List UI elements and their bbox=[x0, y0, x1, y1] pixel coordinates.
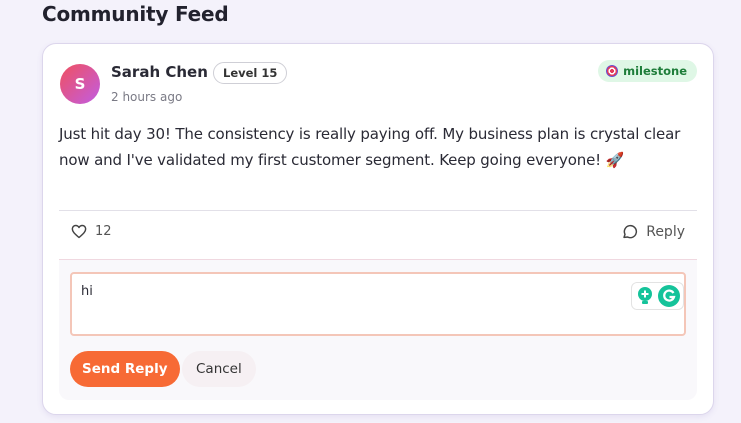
page-title: Community Feed bbox=[42, 2, 229, 26]
divider bbox=[59, 210, 697, 211]
lightbulb-plus-icon[interactable] bbox=[635, 286, 655, 306]
like-button[interactable]: 12 bbox=[71, 224, 112, 239]
avatar[interactable]: S bbox=[60, 64, 100, 104]
comment-bubble-icon bbox=[623, 224, 638, 239]
milestone-tag: milestone bbox=[598, 60, 697, 82]
post-timestamp: 2 hours ago bbox=[111, 90, 183, 104]
reply-form: hi Send Reply Cancel bbox=[59, 260, 697, 400]
level-badge: Level 15 bbox=[213, 62, 288, 84]
grammarly-g-icon[interactable] bbox=[658, 285, 680, 307]
like-count: 12 bbox=[95, 224, 112, 239]
heart-icon bbox=[71, 224, 87, 239]
reply-button[interactable]: Reply bbox=[622, 224, 685, 240]
send-reply-button[interactable]: Send Reply bbox=[70, 351, 180, 387]
post-card: S Sarah Chen Level 15 2 hours ago milest… bbox=[42, 43, 714, 415]
cancel-button[interactable]: Cancel bbox=[182, 351, 256, 387]
reply-label: Reply bbox=[646, 224, 685, 240]
author-name[interactable]: Sarah Chen bbox=[111, 63, 208, 81]
reply-input[interactable]: hi bbox=[70, 272, 686, 336]
target-icon bbox=[606, 65, 619, 77]
post-body: Just hit day 30! The consistency is real… bbox=[59, 125, 681, 169]
milestone-tag-label: milestone bbox=[623, 64, 687, 78]
grammarly-widget[interactable] bbox=[631, 282, 684, 310]
